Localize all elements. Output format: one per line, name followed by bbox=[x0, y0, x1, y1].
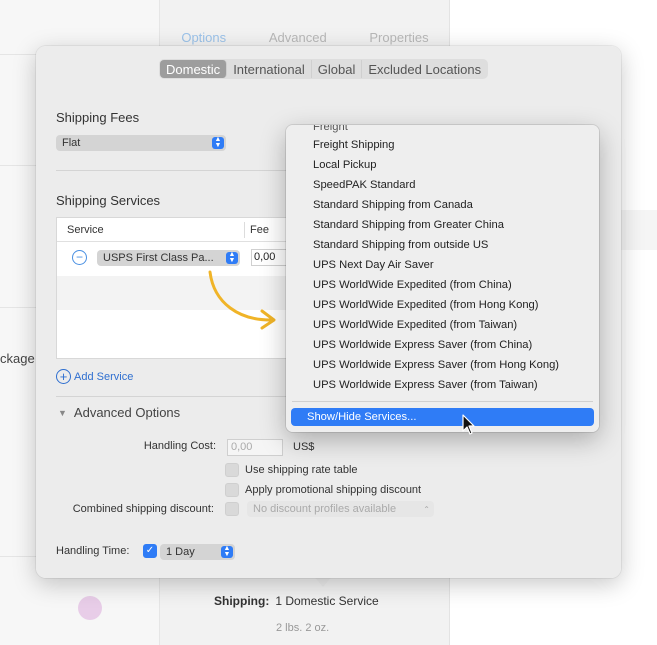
annotation-arrow-icon bbox=[208, 270, 276, 330]
add-service-label: Add Service bbox=[74, 370, 134, 383]
menu-item[interactable]: Local Pickup bbox=[313, 159, 376, 171]
menu-item[interactable]: UPS WorldWide Expedited (from China) bbox=[313, 279, 512, 291]
menu-item[interactable]: Standard Shipping from Greater China bbox=[313, 219, 504, 231]
handling-time-label: Handling Time: bbox=[56, 545, 130, 557]
divider bbox=[56, 170, 306, 171]
column-fee[interactable]: Fee bbox=[250, 224, 269, 236]
checkbox-icon bbox=[225, 483, 239, 497]
add-service-button[interactable]: + Add Service bbox=[56, 369, 133, 384]
shipping-fees-label: Shipping Fees bbox=[56, 110, 140, 125]
chevron-updown-icon: ▲ ▼ bbox=[221, 545, 233, 558]
table-header: Service Fee bbox=[57, 218, 295, 242]
advanced-options-label: Advanced Options bbox=[73, 405, 181, 420]
tab-properties[interactable]: Properties bbox=[369, 30, 428, 45]
apply-promo-label: Apply promotional shipping discount bbox=[245, 484, 422, 496]
mouse-cursor-icon bbox=[462, 414, 475, 435]
segment-domestic[interactable]: Domestic bbox=[160, 60, 228, 78]
checkbox-icon bbox=[225, 463, 239, 477]
fee-field[interactable]: 0,00 bbox=[251, 249, 291, 266]
menu-item[interactable]: Standard Shipping from outside US bbox=[313, 239, 488, 251]
background-tabs: Options Advanced Properties bbox=[160, 30, 450, 45]
location-segmented-control: Domestic International Global Excluded L… bbox=[159, 59, 489, 79]
checkbox-icon bbox=[225, 502, 239, 516]
service-popup[interactable]: USPS First Class Pa... ▲ ▼ bbox=[97, 250, 240, 266]
menu-item[interactable]: Freight bbox=[313, 125, 348, 133]
menu-item[interactable]: UPS Worldwide Express Saver (from China) bbox=[313, 339, 532, 351]
checkmark-icon: ✓ bbox=[143, 544, 157, 558]
shipping-fees-popup[interactable]: Flat ▲ ▼ bbox=[56, 135, 226, 151]
segment-excluded-locations[interactable]: Excluded Locations bbox=[362, 60, 487, 78]
combined-discount-popup: No discount profiles available ⌃ bbox=[247, 501, 434, 517]
menu-item[interactable]: UPS WorldWide Expedited (from Hong Kong) bbox=[313, 299, 539, 311]
shipping-summary-label: Shipping: bbox=[214, 594, 270, 608]
background-text-fragment: ckage bbox=[0, 351, 35, 366]
handling-cost-field[interactable]: 0,00 bbox=[227, 439, 283, 456]
use-rate-table-checkbox[interactable]: Use shipping rate table bbox=[225, 463, 358, 477]
apply-promo-checkbox[interactable]: Apply promotional shipping discount bbox=[225, 483, 421, 497]
handling-time-value: 1 Day bbox=[166, 546, 195, 558]
shipping-fees-value: Flat bbox=[62, 137, 81, 149]
background-weight: 2 lbs. 2 oz. bbox=[276, 622, 330, 634]
shipping-summary-value: 1 Domestic Service bbox=[275, 594, 379, 608]
menu-item[interactable]: Freight Shipping bbox=[313, 139, 394, 151]
tab-advanced[interactable]: Advanced bbox=[269, 30, 327, 45]
handling-time-popup[interactable]: 1 Day ▲ ▼ bbox=[160, 544, 235, 560]
advanced-options-disclosure[interactable]: ▼ Advanced Options bbox=[58, 405, 180, 420]
segment-global[interactable]: Global bbox=[312, 60, 363, 78]
handling-cost-label: Handling Cost: bbox=[143, 440, 216, 452]
menu-item[interactable]: UPS Worldwide Express Saver (from Taiwan… bbox=[313, 379, 538, 391]
menu-item[interactable]: UPS Next Day Air Saver bbox=[313, 259, 434, 271]
divider bbox=[56, 396, 306, 397]
avatar bbox=[78, 596, 102, 620]
currency-label: US$ bbox=[293, 441, 315, 453]
combined-discount-label: Combined shipping discount: bbox=[72, 503, 214, 515]
menu-separator bbox=[292, 401, 593, 402]
chevron-down-icon: ▼ bbox=[58, 407, 67, 418]
combined-discount-checkbox[interactable] bbox=[225, 502, 245, 516]
shipping-services-label: Shipping Services bbox=[56, 193, 161, 208]
menu-item[interactable]: Standard Shipping from Canada bbox=[313, 199, 473, 211]
use-rate-table-label: Use shipping rate table bbox=[245, 464, 358, 476]
chevron-updown-icon: ⌃ bbox=[423, 505, 430, 514]
background-shipping-summary: Shipping: 1 Domestic Service bbox=[214, 594, 379, 608]
service-value: USPS First Class Pa... bbox=[103, 252, 214, 264]
chevron-updown-icon: ▲ ▼ bbox=[226, 251, 238, 264]
menu-item[interactable]: SpeedPAK Standard bbox=[313, 179, 415, 191]
column-service[interactable]: Service bbox=[67, 224, 104, 236]
combined-discount-value: No discount profiles available bbox=[253, 503, 397, 515]
segment-international[interactable]: International bbox=[227, 60, 312, 78]
services-dropdown-menu: Freight Freight Shipping Local Pickup Sp… bbox=[286, 125, 599, 432]
menu-item[interactable]: UPS WorldWide Expedited (from Taiwan) bbox=[313, 319, 517, 331]
plus-icon: + bbox=[56, 369, 71, 384]
show-hide-services-item[interactable]: Show/Hide Services... bbox=[291, 408, 594, 426]
chevron-updown-icon: ▲ ▼ bbox=[212, 136, 224, 149]
menu-item[interactable]: UPS Worldwide Express Saver (from Hong K… bbox=[313, 359, 559, 371]
remove-service-icon[interactable]: − bbox=[72, 250, 87, 265]
tab-options[interactable]: Options bbox=[181, 30, 226, 45]
